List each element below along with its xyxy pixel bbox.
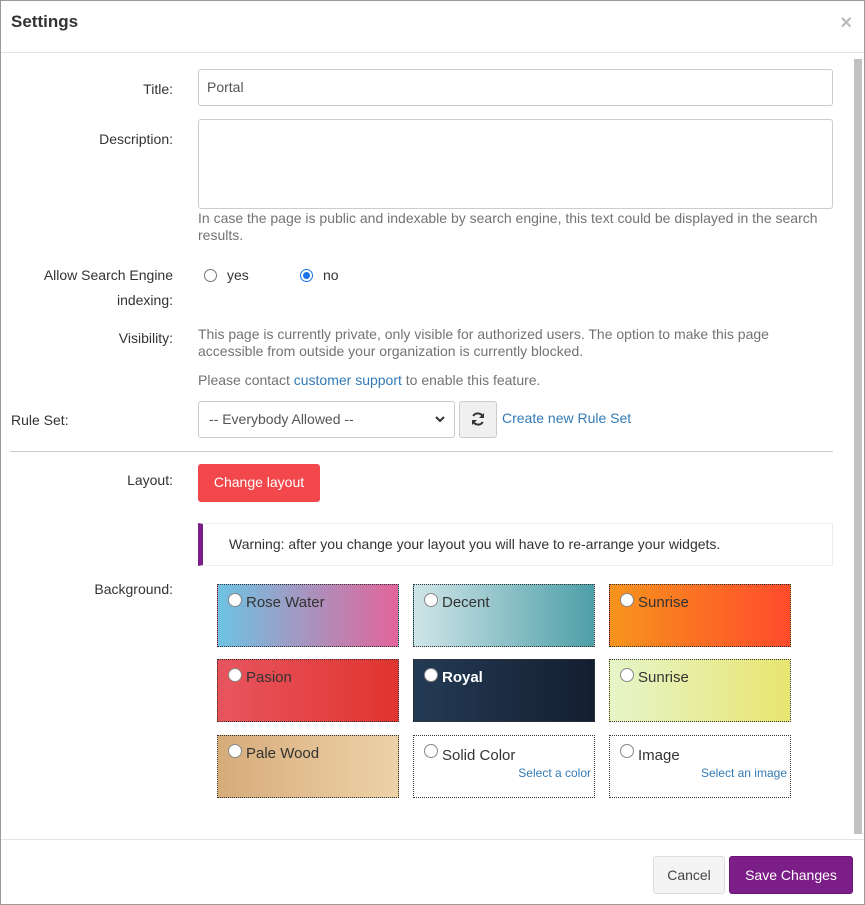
indexing-yes-label: yes bbox=[227, 267, 249, 283]
background-option-label: Decent bbox=[442, 594, 490, 611]
background-option[interactable]: Decent bbox=[413, 584, 595, 647]
indexing-no-radio[interactable] bbox=[300, 268, 313, 282]
contact-pre: Please contact bbox=[198, 372, 294, 388]
change-layout-button[interactable]: Change layout bbox=[198, 464, 320, 502]
background-radio[interactable] bbox=[620, 668, 634, 682]
background-option-link[interactable]: Select a color bbox=[518, 766, 591, 780]
chevron-down-icon bbox=[434, 402, 446, 451]
background-option[interactable]: Image Select an image bbox=[609, 735, 791, 798]
description-textarea[interactable] bbox=[198, 119, 833, 209]
create-ruleset-link[interactable]: Create new Rule Set bbox=[502, 410, 631, 426]
modal-title: Settings bbox=[11, 12, 79, 31]
save-changes-button[interactable]: Save Changes bbox=[729, 856, 853, 894]
refresh-ruleset-button[interactable] bbox=[459, 401, 497, 438]
background-option-label: Pasion bbox=[246, 669, 292, 686]
background-radio[interactable] bbox=[620, 744, 634, 758]
close-icon[interactable]: × bbox=[840, 13, 852, 33]
background-radio[interactable] bbox=[424, 593, 438, 607]
background-option-label: Rose Water bbox=[246, 594, 325, 611]
indexing-no-option[interactable]: no bbox=[300, 267, 339, 283]
modal-header: Settings × bbox=[1, 1, 864, 53]
indexing-label-1: Allow Search Engine bbox=[43, 267, 173, 283]
background-option-label: Image bbox=[638, 747, 680, 764]
scrollbar[interactable] bbox=[854, 59, 862, 834]
background-option[interactable]: Pale Wood bbox=[217, 735, 399, 798]
settings-modal: Settings × Title: Portal Description: In… bbox=[0, 0, 865, 905]
customer-support-link[interactable]: customer support bbox=[294, 372, 402, 388]
layout-label: Layout: bbox=[127, 472, 173, 488]
contact-text: Please contact customer support to enabl… bbox=[198, 372, 828, 389]
background-option-label: Sunrise bbox=[638, 594, 689, 611]
title-input[interactable]: Portal bbox=[198, 69, 833, 106]
indexing-yes-radio[interactable] bbox=[204, 268, 217, 282]
background-radio[interactable] bbox=[424, 744, 438, 758]
layout-warning: Warning: after you change your layout yo… bbox=[198, 523, 833, 566]
background-radio[interactable] bbox=[228, 668, 242, 682]
background-radio[interactable] bbox=[228, 744, 242, 758]
background-option-label: Sunrise bbox=[638, 669, 689, 686]
background-option[interactable]: Sunrise bbox=[609, 659, 791, 722]
indexing-label-2: indexing: bbox=[116, 292, 173, 308]
title-label: Title: bbox=[143, 81, 173, 97]
visibility-text: This page is currently private, only vis… bbox=[198, 326, 769, 359]
visibility-label: Visibility: bbox=[118, 330, 173, 346]
background-option-link[interactable]: Select an image bbox=[701, 766, 787, 780]
description-help: In case the page is public and indexable… bbox=[198, 210, 818, 243]
background-radio[interactable] bbox=[424, 668, 438, 682]
background-option[interactable]: Royal bbox=[413, 659, 595, 722]
background-radio[interactable] bbox=[228, 593, 242, 607]
background-radio[interactable] bbox=[620, 593, 634, 607]
background-option-label: Solid Color bbox=[442, 747, 516, 764]
refresh-icon bbox=[470, 410, 486, 427]
background-option[interactable]: Pasion bbox=[217, 659, 399, 722]
description-label: Description: bbox=[99, 131, 173, 147]
contact-post: to enable this feature. bbox=[401, 372, 541, 388]
background-option-label: Royal bbox=[442, 669, 483, 686]
ruleset-value: -- Everybody Allowed -- bbox=[209, 411, 354, 427]
divider bbox=[10, 451, 833, 452]
background-option-label: Pale Wood bbox=[246, 745, 320, 762]
indexing-yes-option[interactable]: yes bbox=[204, 267, 249, 283]
background-label: Background: bbox=[94, 581, 173, 597]
background-option[interactable]: Rose Water bbox=[217, 584, 399, 647]
ruleset-label: Rule Set: bbox=[11, 412, 69, 428]
ruleset-select[interactable]: -- Everybody Allowed -- bbox=[198, 401, 455, 438]
cancel-button[interactable]: Cancel bbox=[653, 856, 725, 894]
indexing-no-label: no bbox=[323, 267, 339, 283]
modal-footer: Cancel Save Changes bbox=[1, 839, 864, 905]
background-option[interactable]: Solid Color Select a color bbox=[413, 735, 595, 798]
background-option[interactable]: Sunrise bbox=[609, 584, 791, 647]
